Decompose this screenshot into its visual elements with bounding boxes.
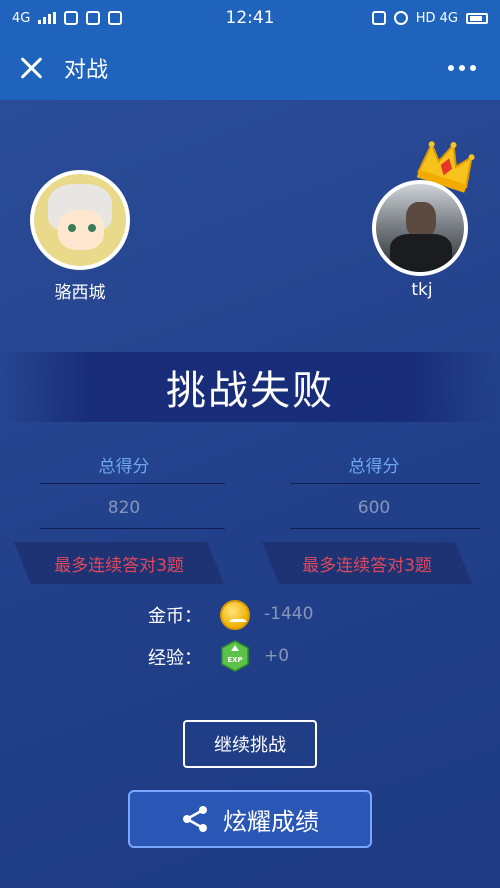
speaker-icon <box>108 11 123 25</box>
player2-avatar[interactable] <box>372 180 468 276</box>
alarm-icon <box>393 11 408 25</box>
battle-result: 骆西城 tkj 挑战失败 总得分 总得分 820 600 最多连续答对3题 最多… <box>0 100 500 888</box>
streak-badge-left: 最多连续答对3题 <box>14 542 224 584</box>
battery-icon <box>466 12 488 24</box>
streak-badge-right: 最多连续答对3题 <box>262 542 472 584</box>
exp-label: 经验： <box>148 648 202 669</box>
nav-bar: 对战 <box>0 36 500 100</box>
continue-challenge-button[interactable]: 继续挑战 <box>183 720 317 768</box>
status-right: HD 4G <box>371 10 488 26</box>
share-button-label: 炫耀成绩 <box>223 807 319 836</box>
shield-check-icon <box>86 11 101 25</box>
status-bar: 4G 12:41 HD 4G <box>0 0 500 36</box>
close-icon[interactable] <box>18 54 46 82</box>
coin-value: -1440 <box>264 604 314 624</box>
coin-label: 金币： <box>148 606 202 627</box>
score-value-left: 820 <box>107 498 141 518</box>
player1-name: 骆西城 <box>54 283 106 303</box>
player1-avatar[interactable] <box>30 170 130 270</box>
exp-value: +0 <box>264 646 290 666</box>
page-title: 对战 <box>64 58 109 83</box>
network-label: HD 4G <box>415 10 458 26</box>
exp-badge-text: EXP <box>227 656 242 664</box>
share-score-button[interactable]: 炫耀成绩 <box>128 790 372 848</box>
more-icon[interactable] <box>442 59 482 77</box>
share-icon <box>183 806 207 832</box>
score-label-right: 总得分 <box>348 457 400 477</box>
vibrate-icon <box>371 11 386 25</box>
score-value-right: 600 <box>357 498 391 518</box>
status-left: 4G <box>12 10 123 26</box>
shield-icon <box>64 11 79 25</box>
network-type: 4G <box>12 10 31 26</box>
divider <box>40 483 225 484</box>
result-banner: 挑战失败 <box>0 352 500 422</box>
exp-reward: 经验： EXP +0 <box>0 640 500 676</box>
score-label-left: 总得分 <box>98 457 150 477</box>
result-title: 挑战失败 <box>166 368 334 414</box>
player2-name: tkj <box>411 280 433 300</box>
divider <box>40 528 225 529</box>
exp-icon: EXP <box>221 640 249 672</box>
divider <box>290 483 480 484</box>
signal-icon <box>38 12 57 24</box>
coin-icon <box>220 600 250 630</box>
divider <box>290 528 480 529</box>
coin-reward: 金币： -1440 <box>0 598 500 634</box>
